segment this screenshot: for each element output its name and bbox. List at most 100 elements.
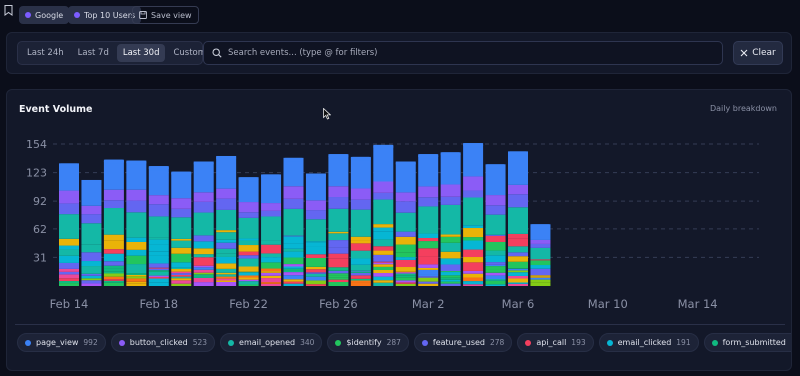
search-input[interactable] (228, 48, 708, 58)
bar-feb-27[interactable] (350, 156, 371, 286)
legend-count: 523 (192, 338, 208, 347)
legend-item-email-clicked[interactable]: email_clicked 191 (598, 333, 699, 352)
bookmark-icon[interactable] (4, 5, 13, 16)
bar-segment (103, 253, 124, 262)
bar-segment (395, 273, 416, 276)
bar-segment-page-view (261, 174, 282, 204)
bar-segment-feature-used (305, 210, 326, 220)
bar-cap (305, 173, 326, 178)
bar-segment (59, 268, 79, 272)
range-last-30d[interactable]: Last 30d (116, 44, 166, 62)
bar-feb-25[interactable] (305, 173, 326, 286)
clear-button[interactable]: Clear (733, 41, 783, 65)
bar-segment-button-clicked (261, 203, 282, 211)
legend-item--identify[interactable]: $identify 287 (327, 333, 409, 352)
legend-item-feature-used[interactable]: feature_used 278 (413, 333, 513, 352)
range-last-7d[interactable]: Last 7d (72, 44, 115, 62)
bar-segment (395, 277, 416, 281)
range-last-24h[interactable]: Last 24h (21, 44, 70, 62)
bar-segment (283, 279, 304, 282)
bar-segment (328, 277, 349, 280)
bar-segment (126, 255, 147, 265)
bar-mar-7[interactable] (530, 224, 551, 286)
bar-segment-feature-used (485, 205, 506, 215)
mouse-cursor-icon (323, 108, 331, 120)
bar-mar-1[interactable] (395, 161, 416, 286)
bar-feb-21[interactable] (216, 155, 237, 286)
save-view-label: Save view (151, 10, 192, 20)
bar-segment (395, 252, 416, 258)
bar-segment-button-clicked (440, 184, 461, 197)
legend-dot-icon (711, 339, 718, 346)
bar-segment (395, 275, 416, 278)
legend-dot-icon (118, 339, 125, 346)
bar-segment (418, 264, 439, 266)
bar-mar-5[interactable] (485, 164, 506, 286)
bar-segment (103, 282, 124, 286)
bar-segment (148, 275, 169, 278)
bar-segment (283, 268, 304, 271)
bar-segment (216, 230, 237, 233)
bar-segment-page-view (283, 157, 304, 187)
bar-segment-button-clicked (508, 184, 528, 195)
bar-feb-17[interactable] (126, 160, 147, 286)
save-view-button[interactable]: Save view (132, 6, 199, 24)
bar-segment (171, 271, 192, 274)
bar-segment (305, 269, 326, 273)
bar-segment (485, 234, 506, 236)
bar-feb-24[interactable] (283, 157, 304, 286)
bar-cap (283, 157, 304, 162)
legend-item-form-submitted[interactable]: form_submitted 165 (703, 333, 791, 352)
bar-segment (350, 264, 371, 271)
legend-label: button_clicked (129, 338, 188, 347)
bar-segment-feature-used (261, 210, 282, 217)
bar-feb-20[interactable] (193, 161, 214, 286)
bar-feb-23[interactable] (261, 174, 282, 286)
bar-segment (148, 282, 169, 286)
bar-segment (126, 276, 147, 279)
bar-segment-feature-used (126, 200, 147, 213)
bar-mar-6[interactable] (508, 151, 528, 286)
bar-segment (463, 228, 484, 238)
legend-item-button-clicked[interactable]: button_clicked 523 (110, 333, 216, 352)
bar-segment (328, 270, 349, 274)
bar-mar-2[interactable] (418, 154, 439, 286)
saved-view-chip-google[interactable]: Google (19, 6, 70, 24)
bar-segment (463, 270, 484, 274)
bar-segment (350, 236, 371, 241)
bar-segment (216, 256, 237, 264)
bar-segment (148, 244, 169, 252)
bar-segment-email-opened (508, 207, 528, 234)
bar-segment-button-clicked (126, 189, 147, 201)
bar-segment (148, 263, 169, 268)
y-tick-label: 31 (33, 251, 47, 264)
bar-segment (373, 273, 394, 277)
bar-feb-16[interactable] (103, 159, 124, 286)
bar-segment (216, 242, 237, 249)
bar-mar-3[interactable] (440, 152, 461, 286)
bar-feb-15[interactable] (81, 179, 102, 286)
bar-segment (103, 240, 124, 250)
bar-segment (395, 267, 416, 272)
bar-feb-26[interactable] (328, 154, 349, 286)
search-box[interactable] (203, 41, 723, 65)
saved-view-chip-top-users[interactable]: Top 10 Users (68, 6, 142, 24)
bar-segment (530, 277, 551, 280)
legend-item-api-call[interactable]: api_call 193 (517, 333, 594, 352)
bar-segment (171, 269, 192, 272)
bar-segment (485, 266, 506, 270)
bar-cap (418, 154, 439, 159)
bar-segment (216, 248, 237, 254)
bar-feb-22[interactable] (238, 177, 259, 286)
bar-feb-18[interactable] (148, 166, 169, 286)
bar-feb-19[interactable] (171, 171, 192, 286)
bar-feb-28[interactable] (373, 144, 394, 286)
bar-mar-4[interactable] (463, 143, 484, 286)
bar-segment (418, 267, 439, 270)
legend-item-page-view[interactable]: page_view 992 (17, 333, 106, 352)
legend-item-email-opened[interactable]: email_opened 340 (220, 333, 323, 352)
bar-segment (283, 235, 304, 237)
legend-dot-icon (335, 339, 342, 346)
bar-segment (418, 269, 439, 275)
bar-feb-14[interactable] (59, 163, 79, 286)
